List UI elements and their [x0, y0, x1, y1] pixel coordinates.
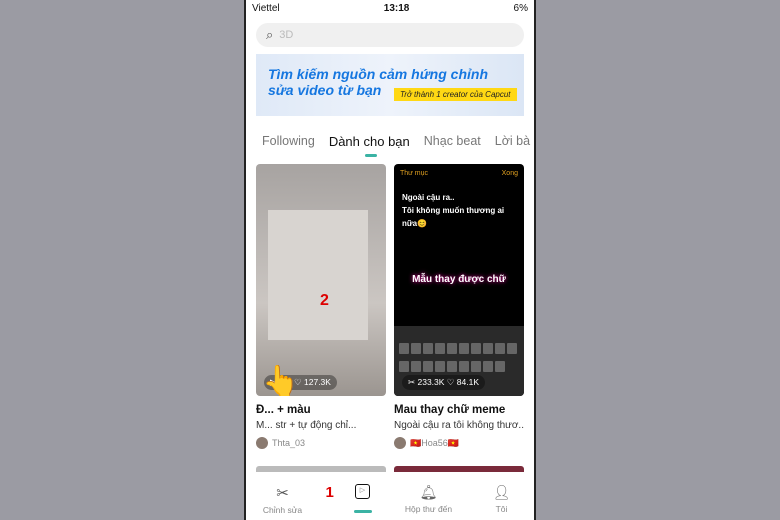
- active-tab-indicator: [365, 154, 377, 157]
- nav-templates[interactable]: 1 ▷: [326, 484, 386, 513]
- tab-following[interactable]: Following: [262, 134, 315, 149]
- author-name[interactable]: Thta_03: [272, 438, 305, 448]
- status-bar: Viettel 13:18 6%: [246, 0, 534, 16]
- nav-profile[interactable]: 👤︎ Tôi: [472, 484, 532, 514]
- screen-text: Ngoài cậu ra..: [402, 193, 455, 202]
- step-number: 1: [325, 484, 334, 501]
- time: 13:18: [383, 2, 410, 14]
- template-icon: ▷: [355, 484, 370, 499]
- tab-for-you[interactable]: Dành cho bạn: [329, 134, 410, 149]
- template-thumbnail[interactable]: Thư mục Xong Ngoài cậu ra.. Tôi không mu…: [394, 164, 524, 396]
- step-number: 2: [320, 292, 329, 309]
- back-label: Thư mục: [400, 170, 429, 177]
- screen-caption: Mẫu thay được chữ: [412, 274, 506, 285]
- tab-music-beat[interactable]: Nhạc beat: [424, 134, 481, 149]
- hand-pointer-icon: 👆: [262, 365, 300, 396]
- nav-inbox[interactable]: 🔔︎ Hộp thư đến: [399, 484, 459, 514]
- promo-banner[interactable]: Tìm kiếm nguồn cảm hứng chỉnh sửa video …: [256, 54, 524, 116]
- feed-tabs: Following Dành cho bạn Nhạc beat Lời bà: [262, 134, 530, 149]
- template-thumbnail[interactable]: 2 ▶ ...K ♡ 127.3K 👆: [256, 164, 386, 396]
- search-icon: ⌕: [266, 27, 274, 42]
- bell-icon: 🔔︎: [419, 484, 438, 500]
- template-card[interactable]: Thư mục Xong Ngoài cậu ra.. Tôi không mu…: [394, 164, 524, 449]
- card-stats: ✂ 233.3K ♡ 84.1K: [402, 375, 485, 390]
- template-card[interactable]: 2 ▶ ...K ♡ 127.3K 👆 Đ... + màu M... str …: [256, 164, 386, 449]
- user-icon: 👤︎: [492, 484, 511, 500]
- search-placeholder: 3D: [279, 29, 294, 41]
- card-title: Đ... + màu: [256, 404, 311, 416]
- phone-screen: Viettel 13:18 6% ⌕ 3D Tìm kiếm nguồn cảm…: [244, 0, 536, 520]
- done-label: Xong: [501, 170, 518, 177]
- banner-cta: Trở thành 1 creator của Capcut: [394, 88, 517, 101]
- scissors-icon: ✂: [276, 485, 289, 502]
- tab-lyrics[interactable]: Lời bà: [495, 134, 530, 149]
- card-description: Ngoài cậu ra tôi không thươ...: [394, 420, 524, 431]
- card-title: Mau thay chữ meme: [394, 404, 506, 416]
- bottom-nav: ✂ Chỉnh sửa 1 ▷ 🔔︎ Hộp thư đến 👤︎ Tôi: [246, 472, 534, 520]
- author-name[interactable]: 🇻🇳Hoa56🇻🇳: [410, 438, 459, 449]
- screen-text: Tôi không muốn thương ai nữa😊: [402, 206, 505, 228]
- carrier: Viettel: [252, 2, 280, 14]
- card-description: M... str + tự động chỉ...: [256, 420, 357, 431]
- battery: 6%: [513, 2, 528, 14]
- search-input[interactable]: ⌕ 3D: [256, 23, 524, 47]
- active-nav-indicator: [353, 510, 372, 513]
- avatar: [256, 437, 268, 449]
- nav-edit[interactable]: ✂ Chỉnh sửa: [253, 484, 313, 515]
- avatar: [394, 437, 406, 449]
